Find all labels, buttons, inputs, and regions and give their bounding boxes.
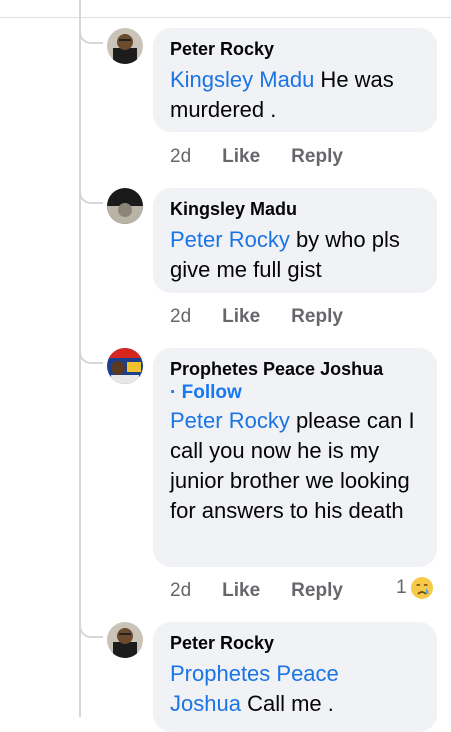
comment-time[interactable]: 2d	[170, 580, 191, 602]
like-button[interactable]: Like	[222, 146, 260, 168]
comment-text: Prophetes Peace Joshua Call me .	[170, 659, 370, 719]
comment-author[interactable]: Peter Rocky	[170, 38, 423, 60]
like-button[interactable]: Like	[222, 580, 260, 602]
reply-button[interactable]: Reply	[291, 580, 343, 602]
comment-bubble: Prophetes Peace Joshua · Follow Peter Ro…	[153, 348, 437, 567]
comment-actions: 2d Like Reply	[170, 145, 343, 169]
comment-bubble: Peter Rocky Prophetes Peace Joshua Call …	[153, 622, 437, 732]
reply-connector	[79, 30, 103, 44]
comment-bubble: Kingsley Madu Peter Rocky by who pls giv…	[153, 188, 437, 293]
comment-time[interactable]: 2d	[170, 146, 191, 168]
reply-connector	[79, 624, 103, 638]
comment-author[interactable]: Prophetes Peace Joshua	[170, 358, 423, 380]
mention-link[interactable]: Peter Rocky	[170, 227, 290, 252]
comment-text: Peter Rocky by who pls give me full gist	[170, 225, 423, 285]
comment-actions: 2d Like Reply	[170, 305, 343, 329]
comment-bubble: Peter Rocky Kingsley Madu He was murdere…	[153, 28, 437, 132]
reaction-summary[interactable]: 1	[396, 576, 434, 600]
crying-face-icon	[410, 577, 433, 599]
follow-button[interactable]: · Follow	[170, 381, 423, 405]
comment-time[interactable]: 2d	[170, 306, 191, 328]
avatar[interactable]	[107, 188, 143, 224]
comment-text: Kingsley Madu He was murdered .	[170, 65, 423, 125]
reply-button[interactable]: Reply	[291, 146, 343, 168]
comment-body: Call me .	[240, 691, 334, 716]
reply-button[interactable]: Reply	[291, 306, 343, 328]
reply-connector	[79, 350, 103, 364]
top-divider	[0, 17, 451, 18]
comment-text: Peter Rocky please can I call you now he…	[170, 406, 423, 526]
mention-link[interactable]: Peter Rocky	[170, 408, 290, 433]
avatar[interactable]	[107, 622, 143, 658]
reply-connector	[79, 190, 103, 204]
avatar[interactable]	[107, 28, 143, 64]
like-button[interactable]: Like	[222, 306, 260, 328]
avatar[interactable]	[107, 348, 143, 384]
reaction-count: 1	[396, 577, 407, 598]
comment-author[interactable]: Peter Rocky	[170, 632, 423, 654]
comment-author[interactable]: Kingsley Madu	[170, 198, 423, 220]
mention-link[interactable]: Kingsley Madu	[170, 67, 314, 92]
comment-actions: 2d Like Reply	[170, 579, 343, 603]
